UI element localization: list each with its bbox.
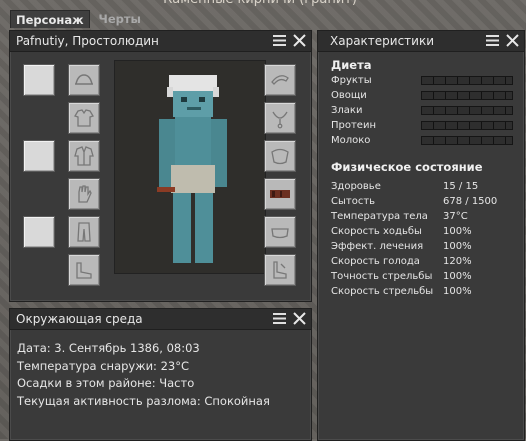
stat-label: Скорость стрельбы: [331, 286, 434, 297]
diet-row: Фрукты: [331, 73, 524, 88]
environment-panel: Окружающая среда Дата: 3. Сентябрь 1386,…: [9, 308, 312, 441]
feet-accessory-slot-icon: [273, 261, 287, 279]
stat-row: Скорость ходьбы 100%: [331, 224, 524, 239]
diet-section-title: Диета: [331, 58, 372, 72]
character-model: [157, 75, 227, 263]
diet-row: Злаки: [331, 103, 524, 118]
diet-progress-bar: [421, 106, 513, 115]
stat-row: Скорость голода 120%: [331, 254, 524, 269]
equipment-area: [10, 52, 311, 286]
environment-panel-header[interactable]: Окружающая среда: [10, 309, 311, 330]
shirt-slot-icon: [74, 109, 94, 127]
close-icon[interactable]: [292, 311, 307, 326]
belt-item: [270, 190, 290, 198]
diet-progress-bar: [421, 121, 513, 130]
stat-row: Здоровье 15 / 15: [331, 179, 524, 194]
head-accessory-slot[interactable]: [264, 64, 296, 96]
stat-label: Здоровье: [331, 181, 381, 192]
stat-label: Скорость ходьбы: [331, 226, 422, 237]
diet-label: Овощи: [331, 90, 367, 101]
diet-row: Овощи: [331, 88, 524, 103]
shoes-slot[interactable]: [68, 254, 100, 286]
stat-label: Скорость голода: [331, 256, 420, 267]
stat-value: 100%: [443, 271, 472, 282]
env-date: Дата: 3. Сентябрь 1386, 08:03: [17, 341, 200, 355]
stat-label: Эффект. лечения: [331, 241, 424, 252]
env-rift-activity: Текущая активность разлома: Спокойная: [17, 393, 270, 408]
attributes-panel: Характеристики Диета Фрукты Овощи Злаки …: [317, 30, 525, 441]
tab-character[interactable]: Персонаж: [10, 10, 90, 28]
diet-progress-bar: [421, 91, 513, 100]
stat-value: 100%: [443, 286, 472, 297]
trousers-slot-icon: [77, 222, 91, 242]
diet-progress-bar: [421, 136, 513, 145]
tab-bar: Персонаж Черты: [10, 10, 146, 28]
stat-row: Точность стрельбы 100%: [331, 269, 524, 284]
shirt-slot[interactable]: [68, 102, 100, 134]
jacket-slot-icon: [74, 146, 94, 166]
body-accessory-slot[interactable]: [264, 140, 296, 172]
close-icon[interactable]: [505, 33, 520, 48]
stat-row: Сытость 678 / 1500: [331, 194, 524, 209]
gloves-slot-icon: [78, 185, 92, 203]
attributes-content: Диета Фрукты Овощи Злаки Протеин Молоко …: [318, 52, 524, 299]
hat-slot[interactable]: [68, 64, 100, 96]
waist-slot[interactable]: [264, 216, 296, 248]
stat-row: Эффект. лечения 100%: [331, 239, 524, 254]
diet-label: Фрукты: [331, 75, 372, 86]
hat-slot-icon: [75, 74, 93, 85]
hovered-block-title: Каменные кирпичи (гранит): [150, 0, 370, 8]
character-panel-header[interactable]: Pafnutiy, Простолюдин: [10, 31, 311, 52]
character-name-title: Pafnutiy, Простолюдин: [16, 34, 159, 48]
accessory-slot[interactable]: [23, 140, 55, 172]
env-outside-temperature: Температура снаружи: 23°C: [17, 358, 189, 373]
feet-accessory-slot[interactable]: [264, 254, 296, 286]
stat-label: Температура тела: [331, 211, 428, 222]
attributes-title: Характеристики: [330, 34, 435, 48]
jacket-slot[interactable]: [68, 140, 100, 172]
stat-value: 37°C: [443, 211, 468, 222]
environment-title: Окружающая среда: [16, 312, 143, 326]
trousers-slot[interactable]: [68, 216, 100, 248]
environment-info: Дата: 3. Сентябрь 1386, 08:03 Температур…: [10, 330, 311, 410]
body-accessory-slot-icon: [271, 148, 289, 165]
character-panel: Pafnutiy, Простолюдин: [9, 30, 312, 302]
stat-label: Точность стрельбы: [331, 271, 433, 282]
diet-label: Молоко: [331, 135, 371, 146]
belt-slot[interactable]: [264, 178, 296, 210]
stat-value: 678 / 1500: [443, 196, 498, 207]
diet-row: Молоко: [331, 133, 524, 148]
physical-section-title: Физическое состояние: [331, 160, 483, 174]
stat-label: Сытость: [331, 196, 376, 207]
diet-label: Злаки: [331, 105, 363, 116]
accessory-slot[interactable]: [23, 216, 55, 248]
menu-icon[interactable]: [272, 33, 287, 48]
stat-row: Скорость стрельбы 100%: [331, 284, 524, 299]
head-accessory-slot-icon: [271, 75, 289, 85]
shoes-slot-icon: [76, 262, 92, 279]
env-precipitation: Осадки в этом районе: Часто: [17, 376, 195, 390]
diet-progress-bar: [421, 76, 513, 85]
attributes-panel-header[interactable]: Характеристики: [318, 31, 524, 52]
menu-icon[interactable]: [485, 33, 500, 48]
stat-value: 100%: [443, 241, 472, 252]
diet-row: Протеин: [331, 118, 524, 133]
stat-value: 120%: [443, 256, 472, 267]
close-icon[interactable]: [292, 33, 307, 48]
menu-icon[interactable]: [272, 311, 287, 326]
character-preview[interactable]: [114, 60, 266, 274]
stat-value: 15 / 15: [443, 181, 479, 192]
tab-traits[interactable]: Черты: [94, 10, 146, 28]
accessory-slot[interactable]: [23, 64, 55, 96]
waist-slot-icon: [271, 228, 289, 239]
neck-slot[interactable]: [264, 102, 296, 134]
stat-row: Температура тела 37°C: [331, 209, 524, 224]
diet-label: Протеин: [331, 120, 376, 131]
neck-slot-icon: [272, 111, 288, 129]
gloves-slot[interactable]: [68, 178, 100, 210]
stat-value: 100%: [443, 226, 472, 237]
